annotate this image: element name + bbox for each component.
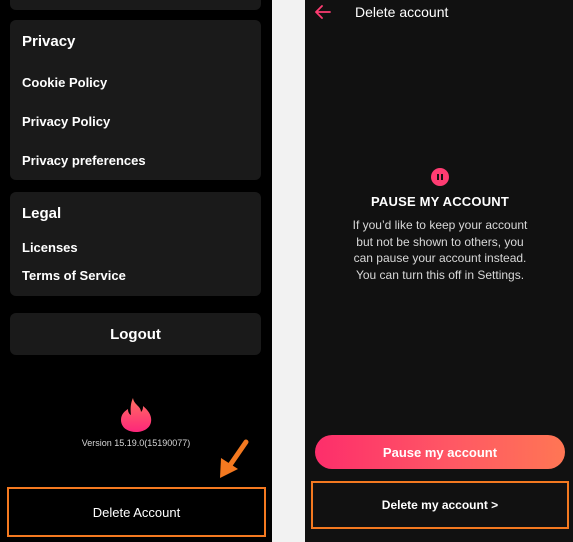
page-title: Delete account: [355, 4, 449, 20]
licenses-link[interactable]: Licenses: [22, 240, 78, 255]
pause-heading: PAUSE MY ACCOUNT: [370, 194, 510, 209]
tinder-flame-icon: [121, 398, 152, 432]
terms-of-service-link[interactable]: Terms of Service: [22, 268, 126, 283]
delete-account-button[interactable]: Delete Account: [7, 487, 266, 537]
screen-divider: [272, 0, 305, 542]
privacy-section: Privacy Cookie Policy Privacy Policy Pri…: [10, 20, 261, 180]
settings-card-top: [10, 0, 261, 10]
cookie-policy-link[interactable]: Cookie Policy: [22, 75, 107, 90]
delete-my-account-button[interactable]: Delete my account >: [311, 481, 569, 529]
delete-account-screen: Delete account PAUSE MY ACCOUNT If you’d…: [305, 0, 573, 542]
settings-screen: Privacy Cookie Policy Privacy Policy Pri…: [0, 0, 272, 542]
privacy-preferences-link[interactable]: Privacy preferences: [22, 153, 146, 168]
logout-label: Logout: [110, 325, 161, 343]
privacy-section-title: Privacy: [22, 33, 76, 50]
privacy-policy-link[interactable]: Privacy Policy: [22, 114, 110, 129]
pause-icon: [431, 168, 449, 186]
legal-section: Legal Licenses Terms of Service: [10, 192, 261, 296]
highlight-arrow-icon: [220, 439, 249, 478]
legal-section-title: Legal: [22, 205, 62, 222]
pause-button-label: Pause my account: [382, 444, 498, 460]
delete-my-account-label: Delete my account >: [381, 498, 499, 512]
pause-description: If you’d like to keep your account but n…: [352, 218, 528, 282]
back-arrow-icon[interactable]: [315, 5, 331, 19]
pause-my-account-button[interactable]: Pause my account: [315, 435, 565, 469]
delete-account-label: Delete Account: [92, 504, 181, 520]
logout-button[interactable]: Logout: [10, 313, 261, 355]
